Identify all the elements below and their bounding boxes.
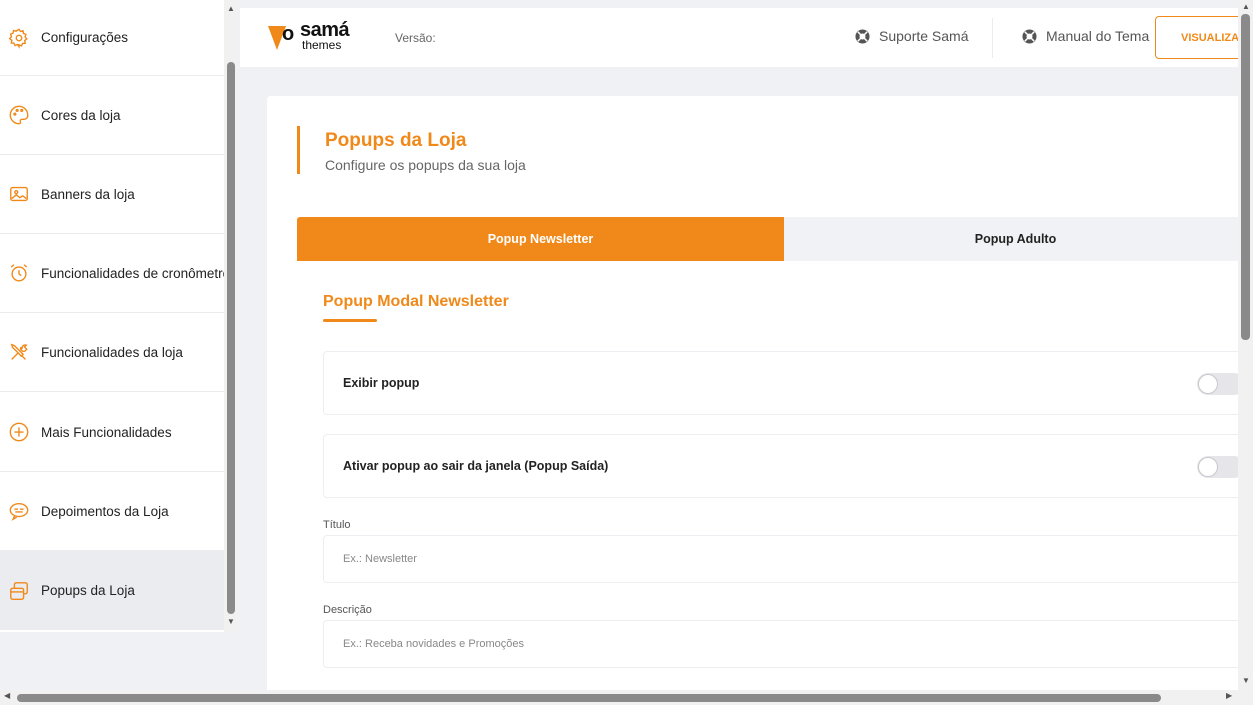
scroll-up-arrow-icon[interactable]: ▲ xyxy=(227,4,235,13)
support-link[interactable]: Suporte Samá xyxy=(855,28,969,44)
palette-icon xyxy=(8,104,30,126)
page-horizontal-scrollbar-thumb[interactable] xyxy=(17,694,1161,702)
title-accent-bar xyxy=(297,126,300,174)
sidebar-item-label: Banners da loja xyxy=(41,186,135,202)
scroll-left-arrow-icon[interactable]: ◀ xyxy=(4,691,10,700)
sidebar-item-funcionalidades[interactable]: Funcionalidades da loja xyxy=(0,313,224,392)
help-circle-icon xyxy=(855,28,870,44)
show-popup-row: Exibir popup xyxy=(323,351,1247,415)
manual-label: Manual do Tema xyxy=(1046,28,1150,44)
scroll-down-arrow-icon[interactable]: ▼ xyxy=(227,617,235,626)
sidebar-item-banners[interactable]: Banners da loja xyxy=(0,155,224,234)
exit-popup-label: Ativar popup ao sair da janela (Popup Sa… xyxy=(343,459,609,473)
title-input[interactable] xyxy=(323,535,1247,583)
sidebar-item-popups[interactable]: Popups da Loja xyxy=(0,551,224,630)
description-input[interactable] xyxy=(323,620,1247,668)
support-label: Suporte Samá xyxy=(879,28,969,44)
sidebar-item-label: Popups da Loja xyxy=(41,583,135,598)
help-circle-icon xyxy=(1022,28,1037,44)
image-icon xyxy=(8,183,30,205)
sidebar-item-configuracoes[interactable]: Configurações xyxy=(0,0,224,76)
scroll-right-arrow-icon[interactable]: ▶ xyxy=(1226,691,1232,700)
sidebar-item-label: Funcionalidades de cronômetro xyxy=(41,265,224,281)
tab-popup-adulto[interactable]: Popup Adulto xyxy=(784,217,1247,261)
logo-text-sama: samá xyxy=(300,19,350,41)
description-field-label: Descrição xyxy=(323,604,372,616)
sidebar-item-label: Configurações xyxy=(41,30,129,45)
toggle-knob xyxy=(1198,374,1218,394)
logo-text-o: o xyxy=(282,23,295,45)
version-label: Versão: xyxy=(395,31,436,45)
header-divider xyxy=(992,18,993,58)
chat-bubble-icon xyxy=(8,500,30,522)
logo-text-themes: themes xyxy=(302,38,342,52)
popup-windows-icon xyxy=(8,580,30,602)
page-vertical-scrollbar-thumb[interactable] xyxy=(1241,14,1250,340)
scroll-down-arrow-icon[interactable]: ▼ xyxy=(1242,676,1250,685)
tools-icon xyxy=(8,341,30,363)
gear-icon xyxy=(8,27,30,49)
section-title: Popup Modal Newsletter xyxy=(323,293,509,310)
sidebar-item-label: Depoimentos da Loja xyxy=(41,503,169,519)
main-card: Popups da Loja Configure os popups da su… xyxy=(267,96,1247,696)
section-title-underline xyxy=(323,319,377,322)
title-field-label: Título xyxy=(323,519,351,531)
sidebar-item-label: Cores da loja xyxy=(41,107,121,123)
sidebar-item-cores[interactable]: Cores da loja xyxy=(0,76,224,155)
sidebar: Configurações Cores da loja Banners da l… xyxy=(0,0,224,632)
page-subtitle: Configure os popups da sua loja xyxy=(325,157,526,173)
visualize-button[interactable]: VISUALIZAR xyxy=(1155,16,1245,59)
manual-link[interactable]: Manual do Tema xyxy=(1022,28,1149,44)
alarm-clock-icon xyxy=(8,262,30,284)
sidebar-scrollbar-thumb[interactable] xyxy=(227,62,235,614)
sidebar-item-label: Mais Funcionalidades xyxy=(41,424,172,440)
toggle-knob xyxy=(1198,457,1218,477)
sidebar-item-cronometro[interactable]: Funcionalidades de cronômetro xyxy=(0,234,224,313)
sama-themes-logo[interactable]: o samá themes xyxy=(268,18,358,58)
top-header: o samá themes Versão: Suporte Samá Manua… xyxy=(240,8,1245,67)
tab-popup-newsletter[interactable]: Popup Newsletter xyxy=(297,217,784,261)
scroll-up-arrow-icon[interactable]: ▲ xyxy=(1242,2,1250,11)
show-popup-label: Exibir popup xyxy=(343,376,420,390)
page-title: Popups da Loja xyxy=(325,130,467,151)
sidebar-item-label: Funcionalidades da loja xyxy=(41,344,183,360)
exit-popup-row: Ativar popup ao sair da janela (Popup Sa… xyxy=(323,434,1247,498)
sidebar-item-depoimentos[interactable]: Depoimentos da Loja xyxy=(0,472,224,551)
plus-circle-icon xyxy=(8,421,30,443)
sidebar-item-mais-funcionalidades[interactable]: Mais Funcionalidades xyxy=(0,393,224,472)
popup-tabs: Popup Newsletter Popup Adulto xyxy=(297,217,1247,261)
